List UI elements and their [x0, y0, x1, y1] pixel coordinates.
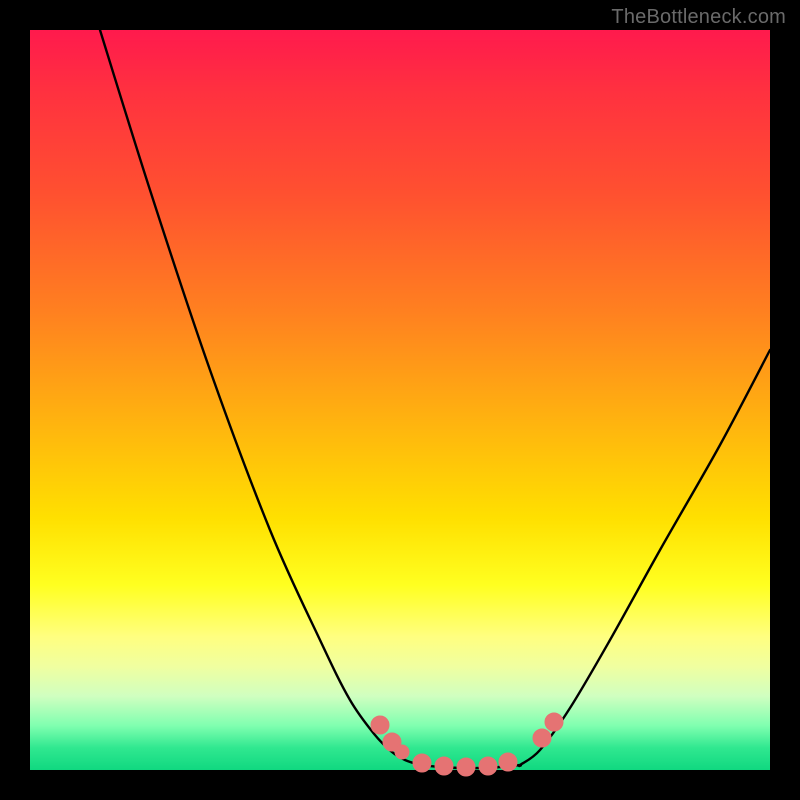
- bottleneck-curve: [30, 30, 770, 770]
- curve-marker: [435, 757, 453, 775]
- curve-marker: [499, 753, 517, 771]
- curve-marker: [395, 745, 409, 759]
- plot-area: [30, 30, 770, 770]
- curve-marker: [545, 713, 563, 731]
- curve-marker: [371, 716, 389, 734]
- curve-marker: [457, 758, 475, 776]
- curve-marker: [479, 757, 497, 775]
- curve-marker: [533, 729, 551, 747]
- chart-frame: TheBottleneck.com: [0, 0, 800, 800]
- curve-path: [100, 30, 770, 768]
- watermark-text: TheBottleneck.com: [611, 6, 786, 29]
- curve-markers: [371, 713, 563, 776]
- curve-marker: [413, 754, 431, 772]
